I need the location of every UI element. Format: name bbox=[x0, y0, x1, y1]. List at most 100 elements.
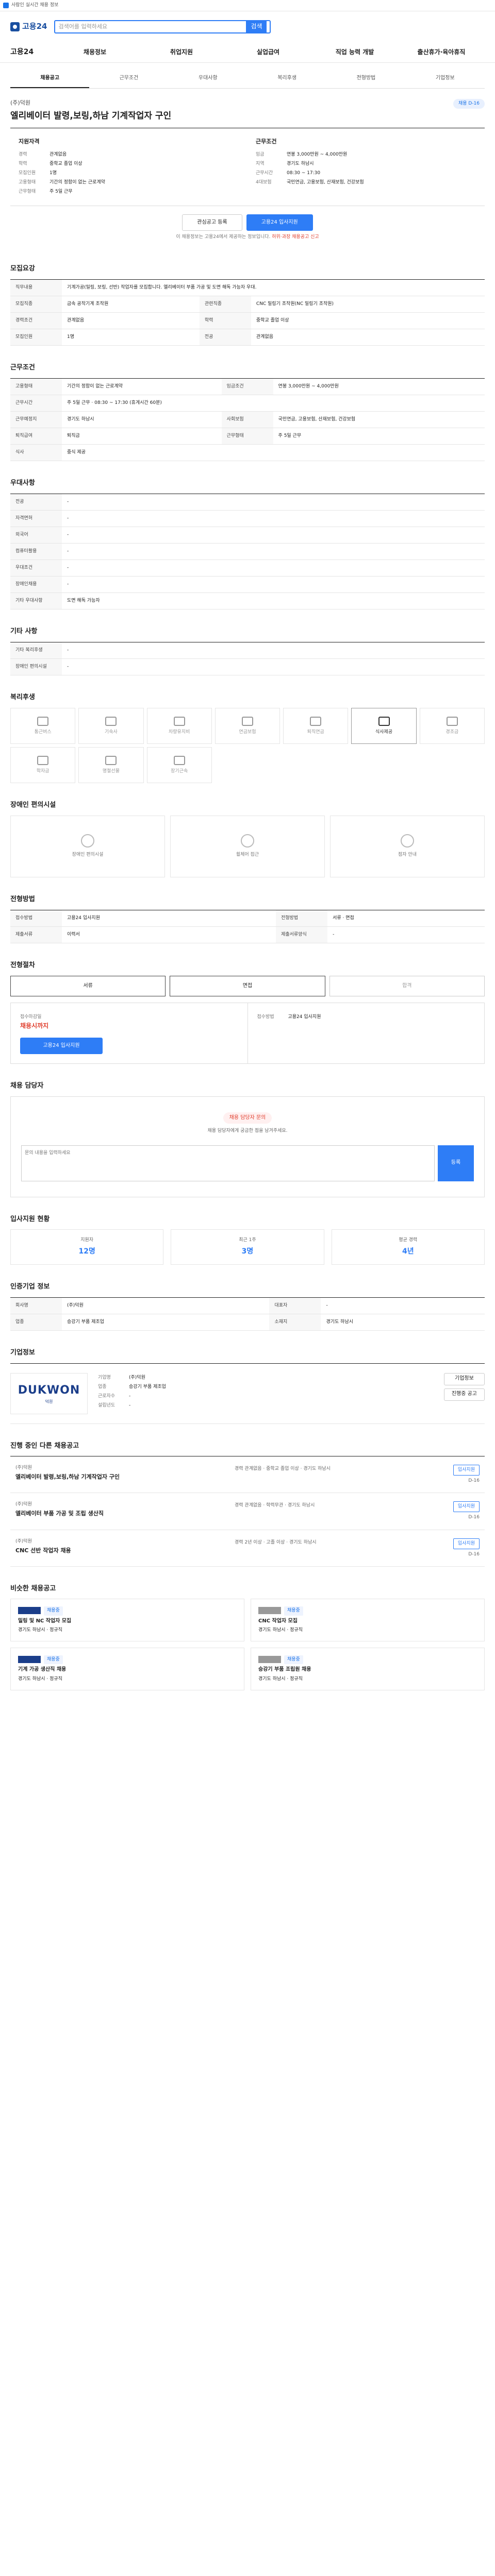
list-item[interactable]: 채용중 기계 가공 생산직 채용 경기도 하남시 · 정규직 bbox=[10, 1648, 244, 1690]
source-note: 이 채용정보는 고용24에서 제공하는 정보입니다. 허위·과장 채용공고 신고 bbox=[176, 234, 319, 240]
car-icon bbox=[173, 716, 185, 726]
company-logo-icon bbox=[18, 1655, 41, 1663]
list-item[interactable]: 채용중 승강기 부품 조립원 채용 경기도 하남시 · 정규직 bbox=[251, 1648, 485, 1690]
job-list: (주)덕원 엘리베이터 발령,보링,하남 기계작업자 구인 경력 관계없음 · 중… bbox=[10, 1456, 485, 1567]
section-title: 기업정보 bbox=[10, 1348, 35, 1357]
list-item[interactable]: 채용중 CNC 작업자 모집 경기도 하남시 · 정규직 bbox=[251, 1599, 485, 1642]
section-title: 진행 중인 다른 채용공고 bbox=[10, 1442, 79, 1450]
list-item[interactable]: (주)덕원 엘리베이터 발령,보링,하남 기계작업자 구인 경력 관계없음 · 중… bbox=[10, 1456, 485, 1494]
qa-input[interactable] bbox=[21, 1145, 435, 1181]
stat-item: 최근 1주 3명 bbox=[171, 1229, 324, 1265]
company-logo: DUKWON 덕원 bbox=[10, 1372, 88, 1414]
qa-box: 채용 담당자 문의 채용 담당자에게 궁금한 점을 남겨주세요. 등록 bbox=[10, 1096, 485, 1197]
recommend-grid: 채용중 밀링 및 NC 작업자 모집 경기도 하남시 · 정규직 채용중 CNC 작업… bbox=[10, 1599, 485, 1690]
welfare-item: 통근버스 bbox=[10, 708, 76, 744]
company-jobs-button[interactable]: 진행중 공고 bbox=[443, 1388, 485, 1401]
nav-item-leave[interactable]: 출산휴가·육아휴직 bbox=[398, 48, 485, 57]
disability-item: 휠체어 접근 bbox=[170, 815, 325, 877]
disability-item: 점자 안내 bbox=[330, 815, 485, 877]
welfare-item: 장기근속 bbox=[146, 747, 212, 784]
selection-section: 전형방법 접수방법 고용24 입사지원 전형방법 서류 · 면접 제출서류 이력서 제출서… bbox=[10, 895, 485, 943]
dday-badge: 채용 D-16 bbox=[453, 98, 485, 109]
topbar-text: 사람인 실시간 채용 정보 bbox=[11, 2, 59, 8]
qa-send-button[interactable]: 등록 bbox=[438, 1145, 474, 1181]
search-button[interactable]: 검색 bbox=[246, 21, 267, 32]
company-info: DUKWON 덕원 기업명 (주)덕원 업종 승강기 부품 제조업 근로자수 - 설립… bbox=[10, 1363, 485, 1424]
company-name[interactable]: (주)덕원 bbox=[10, 99, 485, 107]
pension-icon bbox=[241, 716, 253, 726]
job-apply-button[interactable]: 입사지원 bbox=[453, 1465, 480, 1476]
apply-button[interactable]: 고용24 입사지원 bbox=[246, 214, 313, 231]
process-section: 전형절차 서류 면접 합격 접수마감일 채용시까지 고용24 입사지원 접수방법… bbox=[10, 961, 485, 1064]
section-title: 입사지원 현황 bbox=[10, 1215, 50, 1223]
site-logo[interactable]: 고용24 bbox=[10, 21, 47, 32]
nav-item-training[interactable]: 직업 능력 개발 bbox=[311, 48, 398, 57]
disability-item: 장애인 편의시설 bbox=[10, 815, 165, 877]
table-row: 퇴직급여 퇴직금 근무형태 주 5일 근무 bbox=[10, 428, 485, 445]
disability-section: 장애인 편의시설 장애인 편의시설 휠체어 접근 점자 안내 bbox=[10, 801, 485, 877]
tab-company[interactable]: 기업정보 bbox=[406, 70, 485, 88]
nav-item-benefit[interactable]: 실업급여 bbox=[225, 48, 311, 57]
apply-box-button[interactable]: 고용24 입사지원 bbox=[20, 1038, 103, 1055]
table-row: 모집직종 금속 공작기계 조작원 관련직종 CNC 밀링기 조작원(NC 밀링기 조작… bbox=[10, 296, 485, 313]
company-info-button[interactable]: 기업정보 bbox=[443, 1372, 485, 1385]
nav-item-jobs[interactable]: 채용정보 bbox=[52, 48, 138, 57]
report-link[interactable]: 허위·과장 채용공고 신고 bbox=[272, 234, 319, 240]
section-title: 근무조건 bbox=[10, 364, 35, 372]
welfare-section: 복리후생 통근버스 기숙사 차량유지비 연금보험 퇴직연금 식사제공 경조금 학… bbox=[10, 693, 485, 784]
conditions-table: 고용형태 기간의 정함이 없는 근로계약 임금조건 연봉 3,000만원 ~ 4,00… bbox=[10, 378, 485, 462]
posting-title-area: (주)덕원 엘리베이터 발령,보링,하남 기계작업자 구인 채용 D-16 bbox=[10, 89, 485, 128]
company-logo-icon bbox=[258, 1655, 281, 1663]
table-row: 경력조건 관계없음 학력 중학교 졸업 이상 bbox=[10, 312, 485, 330]
company-logo-icon bbox=[18, 1606, 41, 1614]
preference-table: 전공 - 자격면허 - 외국어 - 컴퓨터활용 - 우대조건 - 장애인채용 - 기타 우대… bbox=[10, 494, 485, 610]
step-item: 면접 bbox=[170, 975, 325, 996]
welfare-item: 연금보험 bbox=[214, 708, 280, 744]
search-input[interactable]: 검색어를 입력하세요 검색 bbox=[54, 20, 271, 33]
section-title: 전형방법 bbox=[10, 895, 35, 903]
table-row: 모집인원 1명 전공 관계없음 bbox=[10, 329, 485, 346]
table-row: 컴퓨터활용 - bbox=[10, 543, 485, 561]
recruit-section: 모집요강 직무내용 기계가공(밀링, 보링, 선반) 작업자를 모집합니다. 엘리… bbox=[10, 264, 485, 346]
tab-selection[interactable]: 전형방법 bbox=[326, 70, 405, 88]
dorm-icon bbox=[105, 716, 117, 726]
welfare-grid: 통근버스 기숙사 차량유지비 연금보험 퇴직연금 식사제공 경조금 학자금 명절… bbox=[10, 708, 485, 784]
deadline-value: 채용시까지 bbox=[20, 1022, 49, 1029]
table-row: 회사명 (주)덕원 대표자 - bbox=[10, 1297, 485, 1314]
welfare-item: 경조금 bbox=[419, 708, 485, 744]
scrap-button[interactable]: 관심공고 등록 bbox=[182, 214, 242, 231]
qa-pill: 채용 담당자 문의 bbox=[223, 1112, 272, 1124]
action-buttons: 관심공고 등록 고용24 입사지원 bbox=[10, 206, 485, 234]
summary-conditions: 근무조건 임금 연봉 3,000만원 ~ 4,000만원 지역 경기도 하남시 근무… bbox=[256, 138, 364, 185]
jobs-section: 진행 중인 다른 채용공고 (주)덕원 엘리베이터 발령,보링,하남 기계작업자 … bbox=[10, 1442, 485, 1567]
company-logo-icon bbox=[258, 1606, 281, 1614]
award-icon bbox=[173, 755, 185, 765]
table-row: 기타 우대사항 도면 해독 가능자 bbox=[10, 592, 485, 610]
disability-boxes: 장애인 편의시설 휠체어 접근 점자 안내 bbox=[10, 815, 485, 877]
nav-home[interactable]: 고용24 bbox=[10, 47, 52, 57]
contact-table: 회사명 (주)덕원 대표자 - 업종 승강기 부품 제조업 소재지 경기도 하남시 bbox=[10, 1297, 485, 1331]
tab-posting[interactable]: 채용공고 bbox=[10, 70, 90, 88]
tab-preference[interactable]: 우대사항 bbox=[169, 70, 248, 88]
table-row: 고용형태 기간의 정함이 없는 근로계약 임금조건 연봉 3,000만원 ~ 4,00… bbox=[10, 378, 485, 395]
table-row: 접수방법 고용24 입사지원 전형방법 서류 · 면접 bbox=[10, 910, 485, 927]
table-row: 식사 중식 제공 bbox=[10, 444, 485, 462]
list-item[interactable]: (주)덕원 CNC 선반 작업자 채용 경력 2년 이상 · 고졸 이상 · 경기… bbox=[10, 1530, 485, 1567]
job-apply-button[interactable]: 입사지원 bbox=[453, 1501, 480, 1513]
list-item[interactable]: 채용중 밀링 및 NC 작업자 모집 경기도 하남시 · 정규직 bbox=[10, 1599, 244, 1642]
selection-table: 접수방법 고용24 입사지원 전형방법 서류 · 면접 제출서류 이력서 제출서류양식 - bbox=[10, 909, 485, 943]
section-title: 채용 담당자 bbox=[10, 1082, 44, 1090]
nav-item-support[interactable]: 취업지원 bbox=[138, 48, 225, 57]
accessibility-icon bbox=[81, 834, 94, 848]
preference-section: 우대사항 전공 - 자격면허 - 외국어 - 컴퓨터활용 - 우대조건 - 장애인채용 - … bbox=[10, 479, 485, 610]
other-section: 기타 사항 기타 복리후생 - 장애인 편의시설 - bbox=[10, 627, 485, 676]
logo-icon bbox=[10, 22, 20, 31]
job-apply-button[interactable]: 입사지원 bbox=[453, 1538, 480, 1549]
list-item[interactable]: (주)덕원 엘리베이터 부품 가공 및 조립 생산직 경력 관계없음 · 학력무관… bbox=[10, 1493, 485, 1530]
process-steps: 서류 면접 합격 bbox=[10, 975, 485, 996]
tab-conditions[interactable]: 근무조건 bbox=[89, 70, 168, 88]
table-row: 우대조건 - bbox=[10, 560, 485, 577]
tab-welfare[interactable]: 복리후생 bbox=[248, 70, 326, 88]
table-row: 전공 - bbox=[10, 494, 485, 511]
welfare-item: 퇴직연금 bbox=[283, 708, 349, 744]
